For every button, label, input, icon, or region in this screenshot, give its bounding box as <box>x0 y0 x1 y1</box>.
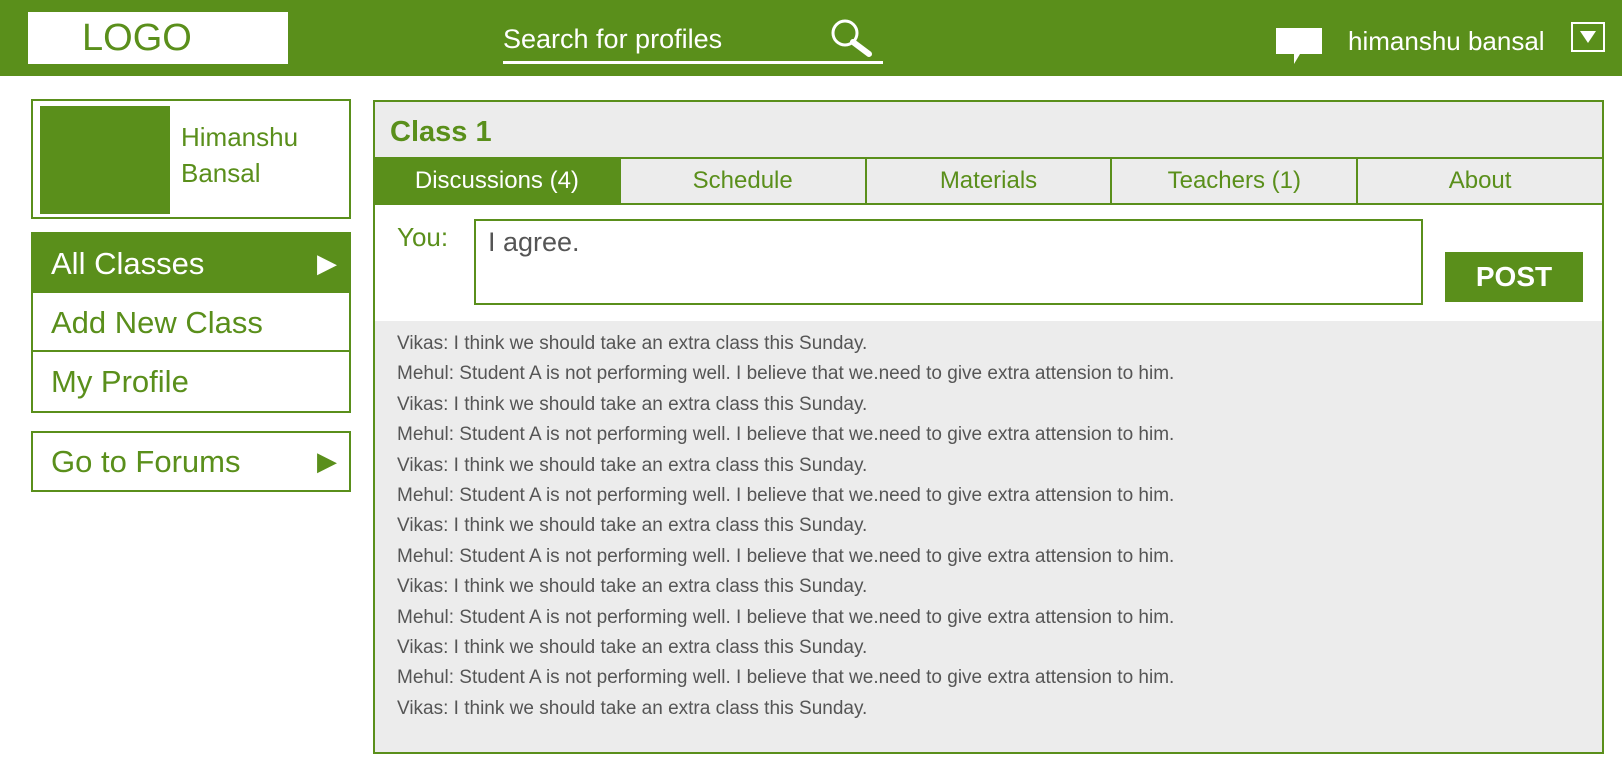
tab-discussions[interactable]: Discussions (4) <box>375 159 621 203</box>
tab-teachers[interactable]: Teachers (1) <box>1112 159 1359 203</box>
message-item: Mehul: Student A is not performing well.… <box>397 667 1175 689</box>
page-title: Class 1 <box>390 116 492 148</box>
user-name[interactable]: himanshu bansal <box>1348 22 1558 60</box>
search-input[interactable] <box>503 20 823 58</box>
you-label: You: <box>397 222 449 252</box>
avatar[interactable] <box>40 106 170 214</box>
profile-first-name: Himanshu <box>181 122 299 152</box>
sidebar-item-label: All Classes <box>51 246 205 281</box>
message-item: Vikas: I think we should take an extra c… <box>397 697 868 719</box>
message-item: Mehul: Student A is not performing well.… <box>397 545 1175 567</box>
tab-about[interactable]: About <box>1358 159 1602 203</box>
profile-name: Himanshu Bansal <box>181 119 346 191</box>
search-icon[interactable] <box>825 16 877 60</box>
profile-card[interactable]: Himanshu Bansal <box>31 99 351 219</box>
sidebar-item-my-profile[interactable]: My Profile <box>33 352 349 411</box>
top-bar: LOGO himanshu bansal <box>0 0 1622 76</box>
tab-materials[interactable]: Materials <box>867 159 1113 203</box>
message-input[interactable]: I agree. <box>474 219 1423 305</box>
sidebar-nav: All Classes ▶ Add New Class My Profile <box>31 232 351 413</box>
message-item: Vikas: I think we should take an extra c… <box>397 515 868 537</box>
dropdown-arrow-icon <box>1580 31 1596 43</box>
sidebar-item-label: Add New Class <box>51 305 263 340</box>
play-arrow-icon: ▶ <box>317 248 337 278</box>
forums-label: Go to Forums <box>51 444 241 479</box>
search-bar <box>503 16 883 64</box>
message-item: Mehul: Student A is not performing well.… <box>397 424 1175 446</box>
tab-schedule[interactable]: Schedule <box>621 159 867 203</box>
compose-area: You: I agree. POST <box>375 205 1602 321</box>
play-arrow-icon: ▶ <box>317 446 337 476</box>
message-list: Vikas: I think we should take an extra c… <box>397 329 1577 724</box>
sidebar-item-add-new-class[interactable]: Add New Class <box>33 293 349 352</box>
logo[interactable]: LOGO <box>28 12 288 64</box>
post-button[interactable]: POST <box>1445 252 1583 302</box>
message-item: Vikas: I think we should take an extra c… <box>397 637 868 659</box>
message-item: Vikas: I think we should take an extra c… <box>397 393 868 415</box>
user-menu-button[interactable] <box>1571 22 1605 52</box>
sidebar-item-all-classes[interactable]: All Classes ▶ <box>33 234 349 293</box>
profile-last-name: Bansal <box>181 158 261 188</box>
class-panel: Class 1 Discussions (4) Schedule Materia… <box>373 100 1604 754</box>
go-to-forums-button[interactable]: Go to Forums ▶ <box>31 431 351 492</box>
class-tabs: Discussions (4) Schedule Materials Teach… <box>375 157 1602 205</box>
message-item: Mehul: Student A is not performing well.… <box>397 606 1175 628</box>
message-item: Mehul: Student A is not performing well.… <box>397 485 1175 507</box>
message-item: Vikas: I think we should take an extra c… <box>397 333 868 354</box>
sidebar-item-label: My Profile <box>51 364 189 399</box>
message-item: Vikas: I think we should take an extra c… <box>397 454 868 476</box>
message-item: Mehul: Student A is not performing well.… <box>397 363 1175 385</box>
message-item: Vikas: I think we should take an extra c… <box>397 576 868 598</box>
chat-icon[interactable] <box>1274 26 1324 66</box>
